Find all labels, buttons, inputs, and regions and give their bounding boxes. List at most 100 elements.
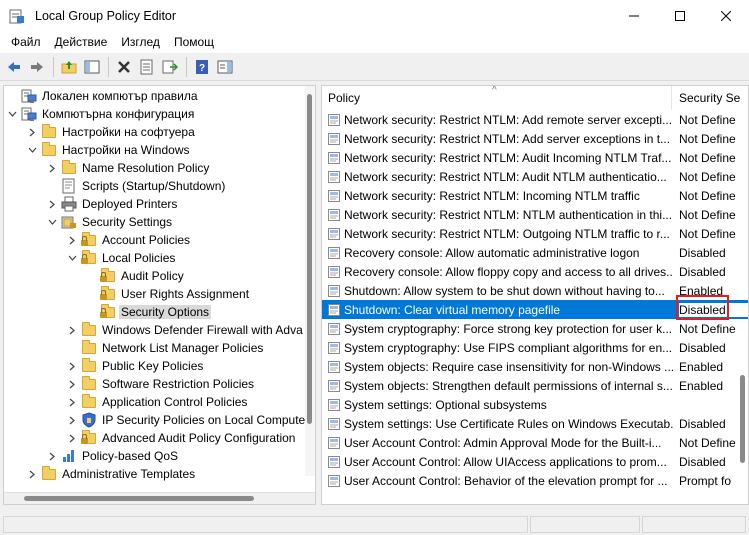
tree-item[interactable]: Network List Manager Policies bbox=[66, 339, 265, 357]
chevron-right-icon[interactable] bbox=[66, 321, 78, 339]
forward-button[interactable] bbox=[26, 56, 48, 78]
tree-horizontal-scrollbar[interactable] bbox=[4, 492, 315, 504]
computer-icon bbox=[21, 106, 37, 122]
tree-item[interactable]: User Rights Assignment bbox=[85, 285, 251, 303]
policy-name: Recovery console: Allow floppy copy and … bbox=[344, 264, 673, 279]
toolbar-separator bbox=[108, 56, 109, 77]
locked-folder-icon bbox=[81, 250, 97, 266]
policy-list[interactable]: Policy ^ Security Se Network security: R… bbox=[321, 85, 749, 505]
maximize-button[interactable] bbox=[657, 0, 703, 31]
tree-item[interactable]: Advanced Audit Policy Configuration bbox=[66, 429, 297, 447]
tree-item-label: Локален компютър правила bbox=[42, 89, 198, 103]
tree-item[interactable]: Policy-based QoS bbox=[46, 447, 180, 465]
tree-item[interactable]: Scripts (Startup/Shutdown) bbox=[46, 177, 227, 195]
chevron-down-icon[interactable] bbox=[26, 141, 38, 159]
tree-item[interactable]: Локален компютър правила bbox=[6, 87, 200, 105]
policy-row[interactable]: Recovery console: Allow automatic admini… bbox=[322, 243, 748, 262]
policy-row[interactable]: User Account Control: Behavior of the el… bbox=[322, 471, 748, 490]
menu-view[interactable]: Изглед bbox=[114, 35, 167, 49]
column-header-policy[interactable]: Policy ^ bbox=[322, 86, 672, 110]
toolbar-separator bbox=[186, 56, 187, 77]
tree-item[interactable]: Настройки на Windows bbox=[26, 141, 192, 159]
up-one-level-button[interactable] bbox=[58, 56, 80, 78]
policy-row[interactable]: Network security: Restrict NTLM: NTLM au… bbox=[322, 205, 748, 224]
policy-name: Network security: Restrict NTLM: Add ser… bbox=[344, 131, 671, 146]
tree-item-label: User Rights Assignment bbox=[121, 287, 250, 301]
chevron-right-icon[interactable] bbox=[66, 393, 78, 411]
export-list-button[interactable] bbox=[159, 56, 181, 78]
chevron-right-icon[interactable] bbox=[66, 375, 78, 393]
menu-file[interactable]: Файл bbox=[4, 35, 48, 49]
policy-row[interactable]: System objects: Require case insensitivi… bbox=[322, 357, 748, 376]
close-button[interactable] bbox=[703, 0, 749, 31]
chevron-right-icon[interactable] bbox=[66, 429, 78, 447]
policy-row[interactable]: System settings: Use Certificate Rules o… bbox=[322, 414, 748, 433]
policy-row[interactable]: User Account Control: Admin Approval Mod… bbox=[322, 433, 748, 452]
minimize-button[interactable] bbox=[611, 0, 657, 31]
policy-row[interactable]: System settings: Optional subsystems bbox=[322, 395, 748, 414]
list-vertical-scroll-thumb[interactable] bbox=[740, 375, 745, 463]
column-header-security-setting[interactable]: Security Se bbox=[673, 86, 748, 110]
folder-icon bbox=[61, 160, 77, 176]
tree-vertical-scroll-thumb[interactable] bbox=[307, 94, 312, 424]
tree-item[interactable]: Local Policies bbox=[66, 249, 177, 267]
policy-row[interactable]: Network security: Restrict NTLM: Audit N… bbox=[322, 167, 748, 186]
chevron-down-icon[interactable] bbox=[6, 105, 18, 123]
properties-button[interactable] bbox=[136, 56, 158, 78]
show-hide-tree-button[interactable] bbox=[81, 56, 103, 78]
back-button[interactable] bbox=[3, 56, 25, 78]
delete-button[interactable] bbox=[113, 56, 135, 78]
console-tree[interactable]: Локален компютър правила Компютърна конфи… bbox=[3, 85, 316, 505]
list-vertical-scrollbar[interactable] bbox=[738, 110, 748, 504]
tree-vertical-scrollbar[interactable] bbox=[305, 86, 315, 476]
tree-item[interactable]: IP Security Policies on Local Compute bbox=[66, 411, 307, 429]
policy-row[interactable]: System cryptography: Use FIPS compliant … bbox=[322, 338, 748, 357]
menu-help[interactable]: Помощ bbox=[167, 35, 221, 49]
chevron-right-icon[interactable] bbox=[26, 123, 38, 141]
help-button[interactable]: ? bbox=[191, 56, 213, 78]
policy-row[interactable]: Network security: Restrict NTLM: Incomin… bbox=[322, 186, 748, 205]
tree-item[interactable]: Public Key Policies bbox=[66, 357, 205, 375]
chevron-down-icon[interactable] bbox=[66, 249, 78, 267]
chevron-right-icon[interactable] bbox=[46, 447, 58, 465]
tree-item[interactable]: Deployed Printers bbox=[46, 195, 179, 213]
qos-icon bbox=[61, 448, 77, 464]
policy-row[interactable]: Network security: Restrict NTLM: Outgoin… bbox=[322, 224, 748, 243]
tree-item[interactable]: Настройки на софтуера bbox=[26, 123, 197, 141]
tree-item[interactable]: Компютърна конфигурация bbox=[6, 105, 196, 123]
chevron-right-icon[interactable] bbox=[26, 465, 38, 483]
policy-row[interactable]: Network security: Restrict NTLM: Add ser… bbox=[322, 129, 748, 148]
tree-item[interactable]: Audit Policy bbox=[85, 267, 186, 285]
show-action-pane-button[interactable] bbox=[214, 56, 236, 78]
policy-row[interactable]: User Account Control: Allow UIAccess app… bbox=[322, 452, 748, 471]
chevron-right-icon[interactable] bbox=[66, 231, 78, 249]
tree-item[interactable]: Windows Defender Firewall with Adva bbox=[66, 321, 305, 339]
tree-item[interactable]: Administrative Templates bbox=[26, 465, 197, 483]
tree-horizontal-scroll-thumb[interactable] bbox=[24, 496, 254, 501]
policy-setting-icon bbox=[328, 455, 340, 468]
policy-name: User Account Control: Behavior of the el… bbox=[344, 473, 668, 488]
chevron-right-icon[interactable] bbox=[46, 159, 58, 177]
policy-row[interactable]: Network security: Restrict NTLM: Add rem… bbox=[322, 110, 748, 129]
policy-row[interactable]: Network security: Restrict NTLM: Audit I… bbox=[322, 148, 748, 167]
tree-item[interactable]: Application Control Policies bbox=[66, 393, 249, 411]
policy-row[interactable]: System objects: Strengthen default permi… bbox=[322, 376, 748, 395]
tree-item[interactable]: Software Restriction Policies bbox=[66, 375, 256, 393]
policy-row[interactable]: System cryptography: Force strong key pr… bbox=[322, 319, 748, 338]
chevron-right-icon[interactable] bbox=[66, 411, 78, 429]
chevron-right-icon[interactable] bbox=[66, 357, 78, 375]
tree-item-label: Deployed Printers bbox=[82, 197, 178, 211]
policy-row[interactable]: Recovery console: Allow floppy copy and … bbox=[322, 262, 748, 281]
chevron-down-icon[interactable] bbox=[46, 213, 58, 231]
tree-item-label: Настройки на софтуера bbox=[62, 125, 195, 139]
tree-item[interactable]: Account Policies bbox=[66, 231, 192, 249]
tree-item[interactable]: Name Resolution Policy bbox=[46, 159, 211, 177]
chevron-right-icon[interactable] bbox=[46, 195, 58, 213]
tree-item-label: IP Security Policies on Local Compute bbox=[102, 413, 306, 427]
policy-name: System cryptography: Use FIPS compliant … bbox=[344, 340, 673, 355]
menu-action[interactable]: Действие bbox=[48, 35, 115, 49]
help-book-icon: ? bbox=[196, 59, 208, 74]
tree-item[interactable]: Security Settings bbox=[46, 213, 174, 231]
tree-item[interactable]: Security Options bbox=[85, 303, 212, 321]
